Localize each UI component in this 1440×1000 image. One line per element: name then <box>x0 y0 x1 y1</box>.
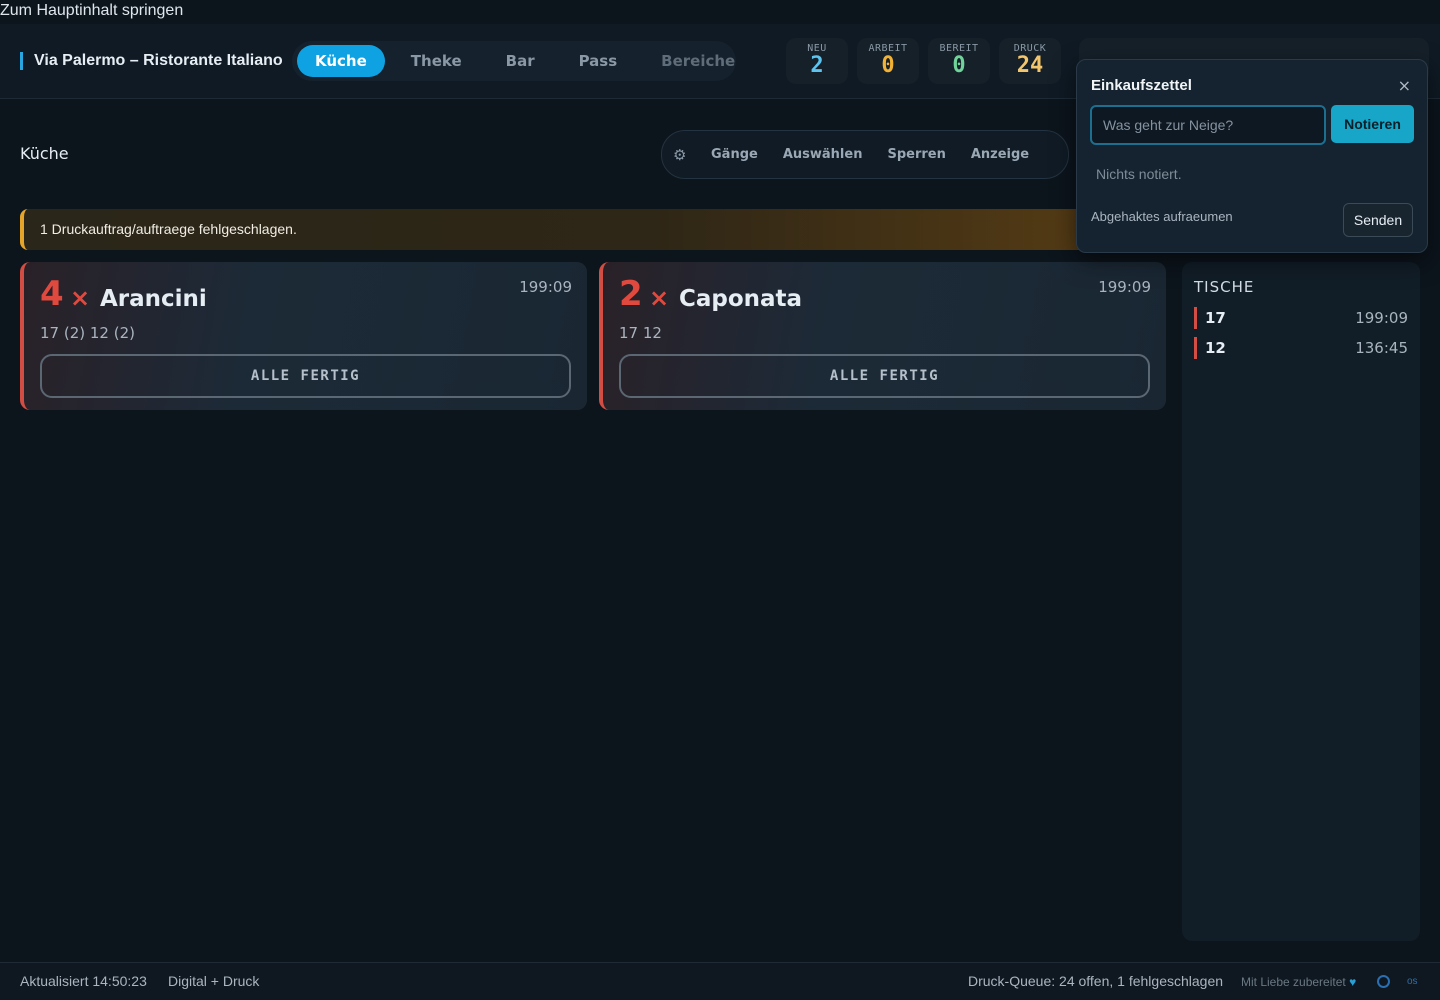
stat-value: 24 <box>1016 53 1044 78</box>
table-timer: 136:45 <box>1355 339 1408 357</box>
clear-checked-link[interactable]: Abgehaktes aufraeumen <box>1091 209 1233 224</box>
shopping-list-popup: Einkaufszettel × Notieren Nichts notiert… <box>1076 59 1428 253</box>
multiply-icon: × <box>70 284 91 312</box>
status-footer: Aktualisiert 14:50:23 Digital + Druck Dr… <box>0 962 1440 1000</box>
card-timer: 199:09 <box>1098 278 1151 296</box>
close-icon[interactable]: × <box>1398 76 1411 95</box>
view-toolbar: ⚙ Gänge Auswählen Sperren Anzeige <box>661 130 1069 179</box>
stat-druck: DRUCK 24 <box>999 38 1061 84</box>
stat-arbeit: ARBEIT 0 <box>857 38 919 84</box>
empty-list-message: Nichts notiert. <box>1096 166 1182 182</box>
card-quantity: 2 <box>619 274 643 314</box>
table-timer: 199:09 <box>1355 309 1408 327</box>
skip-to-content-link[interactable]: Zum Hauptinhalt springen <box>0 2 183 20</box>
card-timer: 199:09 <box>519 278 572 296</box>
multiply-icon: × <box>649 284 670 312</box>
order-card-arancini: 4 × Arancini 199:09 17 (2) 12 (2) ALLE F… <box>20 262 587 410</box>
send-button[interactable]: Senden <box>1343 203 1413 237</box>
card-tables: 17 12 <box>619 324 662 342</box>
card-quantity: 4 <box>40 274 64 314</box>
table-number: 12 <box>1205 339 1226 357</box>
select-button[interactable]: Auswählen <box>783 147 863 162</box>
shopping-item-input[interactable] <box>1090 105 1326 145</box>
tab-kueche[interactable]: Küche <box>297 45 385 77</box>
stat-value: 2 <box>810 53 824 78</box>
card-tables: 17 (2) 12 (2) <box>40 324 135 342</box>
station-tabs: Küche Theke Bar Pass Bereiche <box>292 41 736 81</box>
tab-pass[interactable]: Pass <box>561 45 636 77</box>
table-row-12[interactable]: 12 136:45 <box>1194 337 1408 359</box>
tables-panel: TISCHE 17 199:09 12 136:45 <box>1182 262 1420 941</box>
order-card-caponata: 2 × Caponata 199:09 17 12 ALLE FERTIG <box>599 262 1166 410</box>
tab-theke[interactable]: Theke <box>393 45 480 77</box>
restaurant-name: Via Palermo – Ristorante Italiano <box>20 52 283 70</box>
page-title: Küche <box>20 144 69 163</box>
tables-panel-title: TISCHE <box>1194 278 1255 296</box>
made-with-love-text: Mit Liebe zubereitet <box>1241 975 1346 989</box>
table-number: 17 <box>1205 309 1226 327</box>
tab-bar[interactable]: Bar <box>488 45 553 77</box>
all-done-button[interactable]: ALLE FERTIG <box>40 354 571 398</box>
tab-bereiche[interactable]: Bereiche <box>643 45 753 77</box>
gear-icon[interactable]: ⚙ <box>673 146 699 164</box>
card-dish-name: Caponata <box>679 286 803 312</box>
table-row-17[interactable]: 17 199:09 <box>1194 307 1408 329</box>
stat-neu: NEU 2 <box>786 38 848 84</box>
status-counters: NEU 2 ARBEIT 0 BEREIT 0 DRUCK 24 <box>786 38 1070 84</box>
output-mode: Digital + Druck <box>168 973 260 989</box>
made-with-love: Mit Liebe zubereitet ♥ <box>1241 975 1356 989</box>
card-dish-name: Arancini <box>100 286 207 312</box>
stat-value: 0 <box>881 53 895 78</box>
last-updated: Aktualisiert 14:50:23 <box>20 973 147 989</box>
stat-value: 0 <box>952 53 966 78</box>
add-note-button[interactable]: Notieren <box>1331 105 1414 143</box>
connection-ring-icon <box>1377 975 1390 988</box>
lock-button[interactable]: Sperren <box>887 147 945 162</box>
all-done-button[interactable]: ALLE FERTIG <box>619 354 1150 398</box>
os-label: os <box>1407 976 1418 987</box>
courses-button[interactable]: Gänge <box>711 147 758 162</box>
print-queue-status: Druck-Queue: 24 offen, 1 fehlgeschlagen <box>968 973 1224 989</box>
print-error-alert: 1 Druckauftrag/auftraege fehlgeschlagen. <box>20 209 1166 250</box>
stat-bereit: BEREIT 0 <box>928 38 990 84</box>
heart-icon: ♥ <box>1349 975 1357 989</box>
popup-title: Einkaufszettel <box>1091 77 1192 94</box>
display-button[interactable]: Anzeige <box>971 147 1029 162</box>
